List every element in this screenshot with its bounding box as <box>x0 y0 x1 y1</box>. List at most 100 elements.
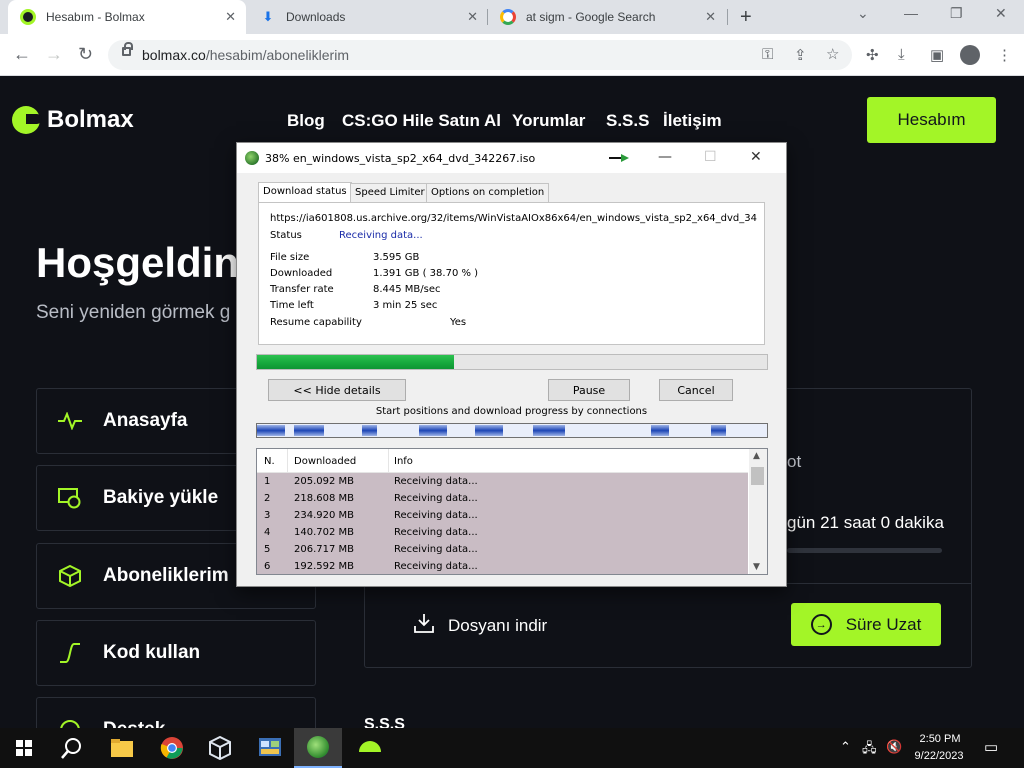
row-info: Receiving data... <box>394 561 478 572</box>
windows-taskbar: ⌃ 🖧 🔇 2:50 PM 9/22/2023 ▭ <box>0 728 1024 768</box>
reload-icon[interactable]: ↻ <box>78 44 93 65</box>
scroll-down-icon[interactable]: ▼ <box>753 562 760 572</box>
control-panel-icon[interactable] <box>246 728 294 768</box>
connection-segment <box>362 425 377 436</box>
key-icon[interactable]: ⚿ <box>762 46 773 63</box>
idm-icon[interactable] <box>294 728 342 768</box>
profile-avatar[interactable] <box>960 45 980 65</box>
chevron-up-icon[interactable]: ⌃ <box>840 739 851 755</box>
status-value: Receiving data... <box>339 230 423 241</box>
sidebar-item-label: Kod kullan <box>103 642 201 663</box>
idm-title-bar[interactable]: 38% en_windows_vista_sp2_x64_dvd_342267.… <box>237 143 786 173</box>
scroll-thumb[interactable] <box>751 467 764 485</box>
footer-sss: S.S.S <box>364 716 405 728</box>
row-downloaded: 218.608 MB <box>294 493 355 504</box>
extend-subscription-button[interactable]: → Süre Uzat <box>791 603 941 646</box>
table-row[interactable]: 4 140.702 MB Receiving data... <box>257 524 748 541</box>
table-row[interactable]: 2 218.608 MB Receiving data... <box>257 490 748 507</box>
tab-download-status[interactable]: Download status <box>258 182 352 203</box>
lock-icon[interactable] <box>122 42 133 56</box>
minimize-icon[interactable]: — <box>904 5 918 21</box>
table-row[interactable]: 5 206.717 MB Receiving data... <box>257 541 748 558</box>
connections-table[interactable]: N. Downloaded Info 1 205.092 MB Receiving … <box>256 448 768 575</box>
table-row[interactable]: 6 192.592 MB Receiving data... <box>257 558 748 574</box>
kebab-menu-icon[interactable]: ⋮ <box>997 46 1012 64</box>
tab-speed-limiter[interactable]: Speed Limiter <box>350 183 430 202</box>
file-explorer-icon[interactable] <box>98 728 146 768</box>
downloads-icon[interactable]: ⤓ <box>898 46 905 63</box>
connection-segment <box>651 425 669 436</box>
row-info: Receiving data... <box>394 544 478 555</box>
site-logo[interactable]: Bolmax <box>12 106 134 134</box>
chevron-down-icon[interactable]: ⌄ <box>857 5 869 22</box>
forward-icon[interactable]: → <box>45 44 63 65</box>
tab-downloads[interactable]: ⬇ Downloads ✕ <box>248 0 488 34</box>
google-icon <box>500 9 516 25</box>
column-header[interactable]: N. <box>264 456 275 467</box>
nav-blog[interactable]: Blog <box>287 111 325 131</box>
volume-muted-icon[interactable]: 🔇 <box>886 739 902 755</box>
side-panel-icon[interactable]: ▣ <box>930 46 944 64</box>
column-header[interactable]: Downloaded <box>294 456 356 467</box>
virtualbox-icon[interactable] <box>196 728 244 768</box>
download-file-link[interactable]: Dosyanı indir <box>414 613 547 638</box>
close-icon[interactable]: ✕ <box>705 9 716 25</box>
cancel-button[interactable]: Cancel <box>659 379 733 401</box>
tab-strip: Hesabım - Bolmax ✕ ⬇ Downloads ✕ at sigm… <box>0 0 1024 34</box>
welcome-heading: Hoşgeldin <box>36 239 240 286</box>
bookmark-star-icon[interactable]: ☆ <box>826 45 839 63</box>
close-window-icon[interactable]: ✕ <box>995 5 1007 22</box>
nav-iletisim[interactable]: İletişim <box>663 111 722 131</box>
resume-capability-label: Resume capability <box>270 317 362 328</box>
network-icon[interactable]: 🖧 <box>862 739 877 761</box>
close-icon[interactable]: ✕ <box>225 9 236 25</box>
nav-yorumlar[interactable]: Yorumlar <box>512 111 585 131</box>
tab-hesabim[interactable]: Hesabım - Bolmax ✕ <box>8 0 246 34</box>
restore-icon[interactable]: ❐ <box>950 5 963 22</box>
bolmax-app-icon[interactable] <box>346 728 394 768</box>
chrome-icon[interactable] <box>148 728 196 768</box>
nav-sss[interactable]: S.S.S <box>606 111 649 131</box>
row-downloaded: 140.702 MB <box>294 527 355 538</box>
activity-icon <box>57 408 83 434</box>
sidebar-item-destek[interactable]: Destek <box>36 697 316 728</box>
column-header[interactable]: Info <box>394 456 413 467</box>
tab-title: Hesabım - Bolmax <box>46 10 145 24</box>
clock-time[interactable]: 2:50 PM <box>912 733 968 745</box>
table-row[interactable]: 1 205.092 MB Receiving data... <box>257 473 748 490</box>
table-row[interactable]: 3 234.920 MB Receiving data... <box>257 507 748 524</box>
scroll-up-icon[interactable]: ▲ <box>753 451 760 461</box>
share-icon[interactable]: ⇪ <box>794 46 807 64</box>
row-info: Receiving data... <box>394 527 478 538</box>
row-info: Receiving data... <box>394 493 478 504</box>
clock-date[interactable]: 9/22/2023 <box>906 750 972 762</box>
connection-segment <box>419 425 447 436</box>
hide-details-button[interactable]: << Hide details <box>268 379 406 401</box>
back-icon[interactable]: ← <box>13 44 31 65</box>
sidebar-item-kod-kullan[interactable]: Kod kullan <box>36 620 316 686</box>
search-icon[interactable] <box>48 728 96 768</box>
start-icon[interactable] <box>0 728 48 768</box>
tab-google-search[interactable]: at sigm - Google Search ✕ <box>488 0 726 34</box>
row-number: 2 <box>264 493 271 504</box>
file-size-value: 3.595 GB <box>373 252 420 263</box>
row-number: 6 <box>264 561 271 572</box>
scrollbar[interactable]: ▲ ▼ <box>749 449 767 574</box>
extensions-icon[interactable]: ✣ <box>866 46 879 64</box>
new-tab-button[interactable]: + <box>740 6 752 29</box>
tab-options-on-completion[interactable]: Options on completion <box>426 183 550 202</box>
connection-segment <box>711 425 726 436</box>
notification-icon[interactable]: ▭ <box>984 738 998 756</box>
column-divider <box>287 449 288 473</box>
pause-button[interactable]: Pause <box>548 379 630 401</box>
minimize-icon[interactable]: — <box>658 149 672 165</box>
close-icon[interactable]: ✕ <box>750 149 762 165</box>
sidebar-item-label: Aboneliklerim <box>103 565 229 586</box>
close-icon[interactable]: ✕ <box>467 9 478 25</box>
nav-csgo-hile[interactable]: CS:GO Hile Satın Al <box>342 111 501 131</box>
account-button[interactable]: Hesabım <box>867 97 996 143</box>
curve-icon <box>57 640 83 666</box>
connection-segment <box>294 425 324 436</box>
address-bar[interactable]: bolmax.co/hesabim/aboneliklerim ⚿ ⇪ ☆ <box>108 40 852 70</box>
column-divider <box>388 449 389 473</box>
